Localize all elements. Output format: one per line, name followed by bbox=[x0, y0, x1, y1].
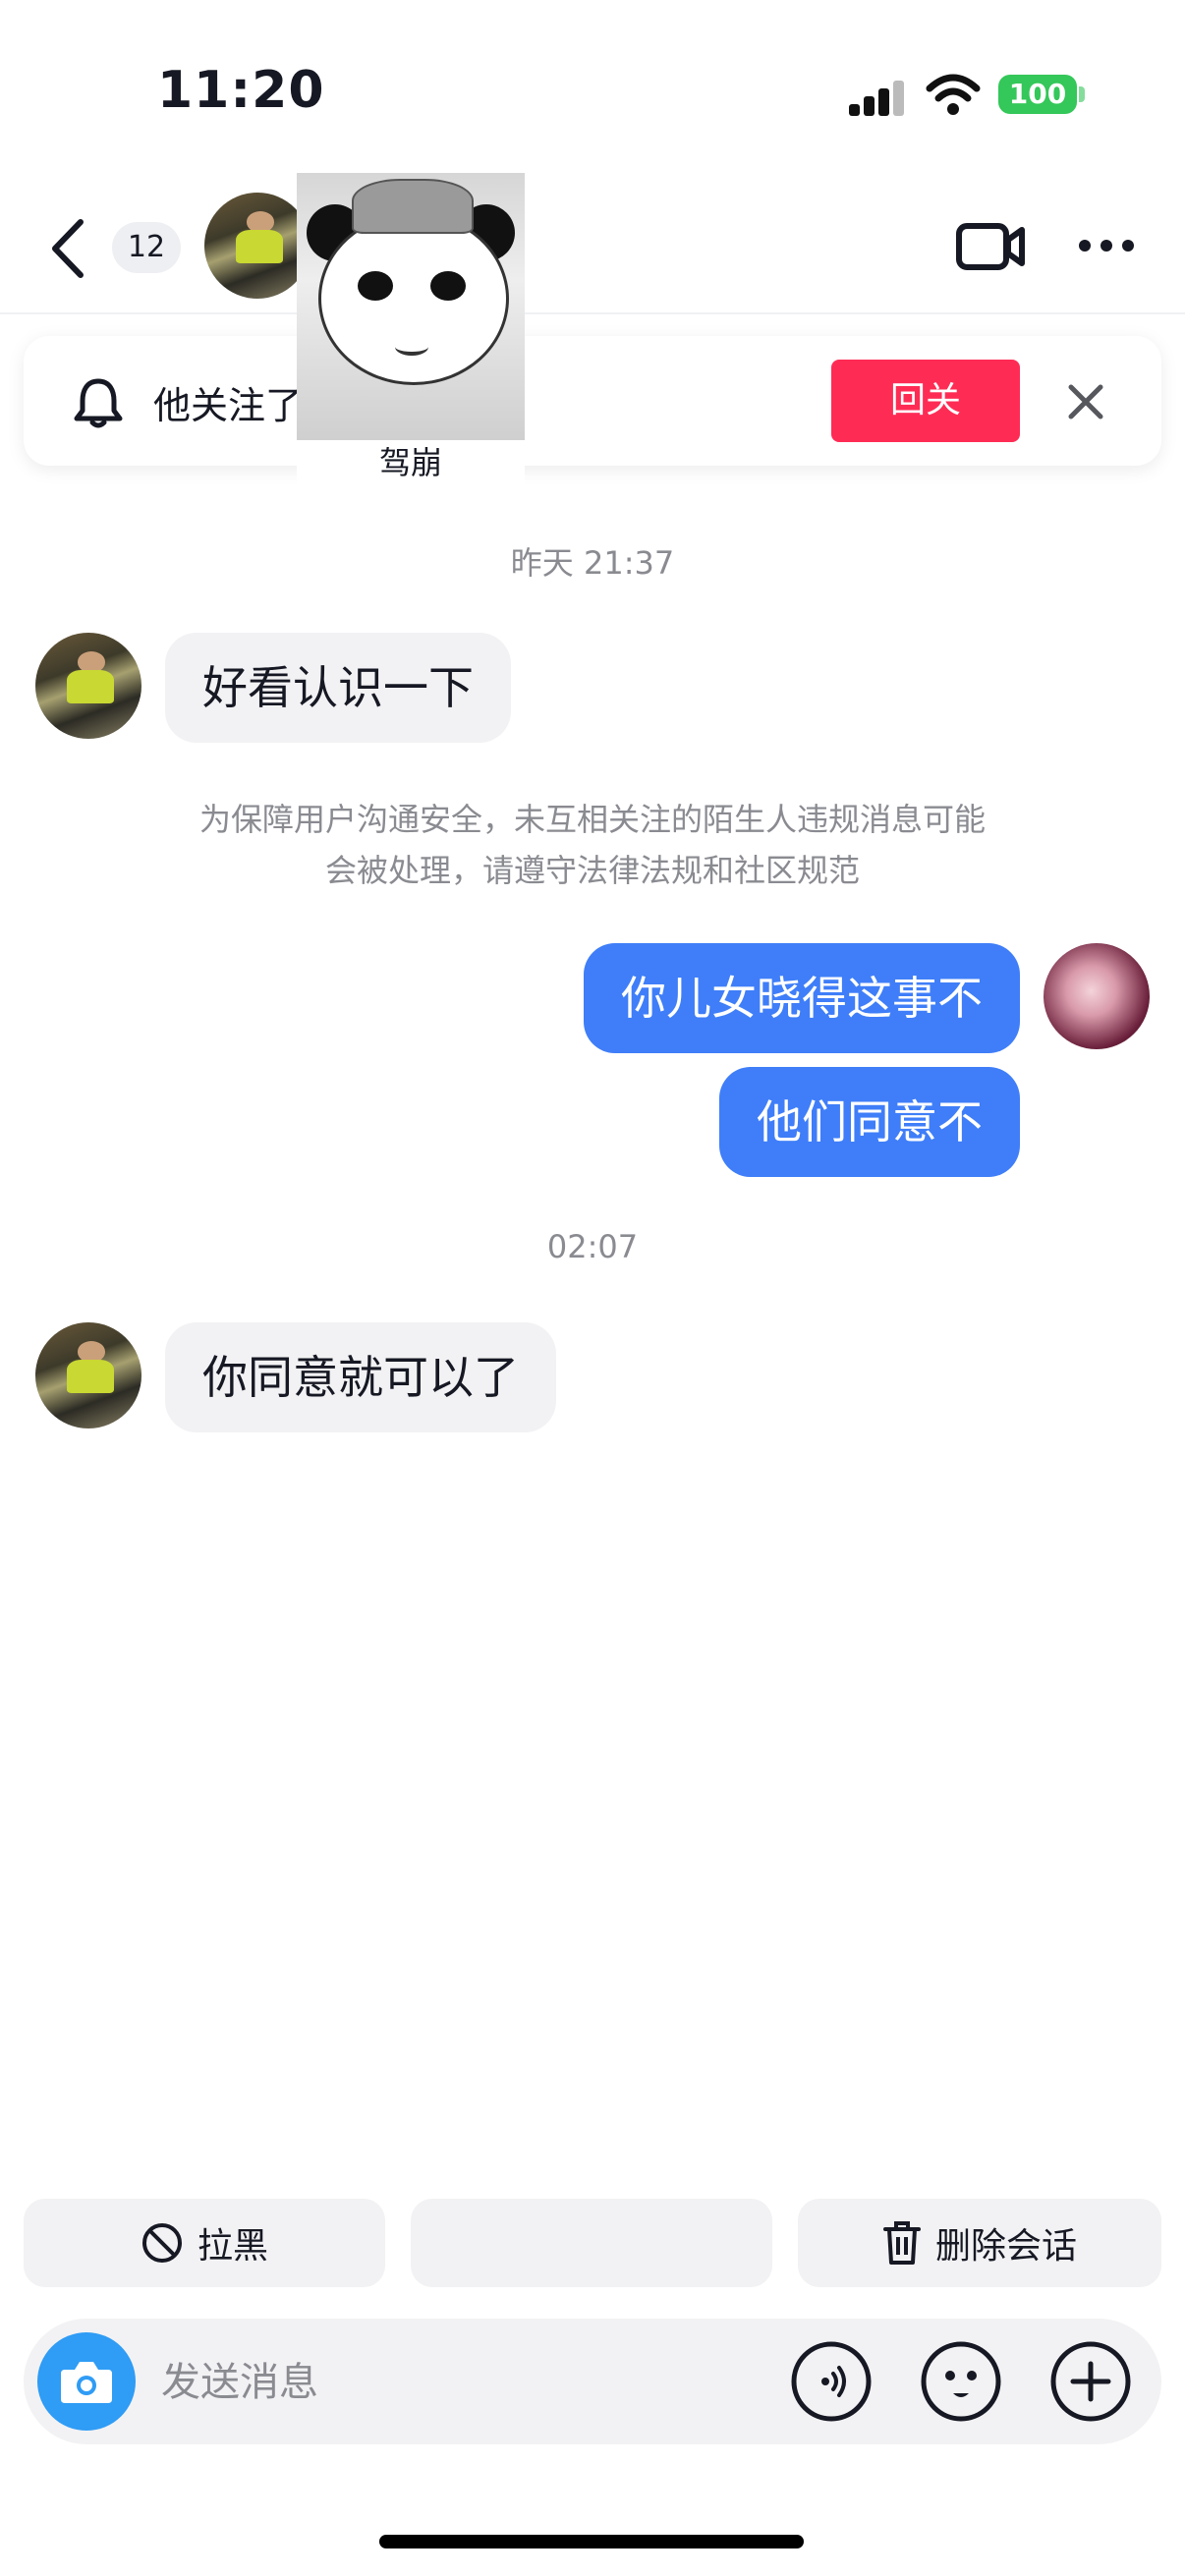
battery-tip bbox=[1079, 86, 1085, 102]
sticker-image: 驾崩 bbox=[297, 173, 525, 485]
home-indicator bbox=[379, 2535, 804, 2548]
outgoing-message-bubble[interactable]: 你儿女晓得这事不 bbox=[584, 943, 1020, 1053]
delete-conversation-button[interactable]: 删除会话 bbox=[798, 2199, 1161, 2287]
panda-meme-image bbox=[297, 173, 525, 440]
block-icon bbox=[141, 2223, 182, 2263]
safety-notice-line: 会被处理，请遵守法律法规和社区规范 bbox=[324, 852, 860, 889]
cellular-signal-icon bbox=[849, 81, 906, 116]
trash-icon bbox=[882, 2221, 921, 2265]
incoming-message-bubble[interactable]: 你同意就可以了 bbox=[165, 1322, 556, 1432]
more-icon[interactable] bbox=[1077, 236, 1136, 255]
outgoing-message-bubble[interactable]: 他们同意不 bbox=[719, 1067, 1020, 1177]
header-divider bbox=[0, 312, 1185, 314]
blurred-action-button[interactable] bbox=[411, 2199, 772, 2287]
panda-mouth bbox=[395, 338, 428, 356]
panda-face bbox=[318, 212, 509, 385]
delete-conversation-label: 删除会话 bbox=[934, 2226, 1077, 2267]
voice-icon[interactable] bbox=[790, 2340, 873, 2423]
chat-timestamp: 02:07 bbox=[546, 1228, 639, 1265]
panda-eye bbox=[358, 271, 393, 301]
panda-hat bbox=[352, 179, 474, 234]
contact-avatar[interactable] bbox=[35, 1322, 141, 1428]
contact-avatar[interactable] bbox=[204, 193, 310, 299]
panda-eye bbox=[430, 271, 466, 301]
safety-notice: 为保障用户沟通安全，未互相关注的陌生人违规消息可能 会被处理，请遵守法律法规和社… bbox=[138, 794, 1047, 896]
bell-icon bbox=[74, 378, 123, 428]
chevron-left-icon[interactable] bbox=[47, 218, 86, 279]
safety-notice-line: 为保障用户沟通安全，未互相关注的陌生人违规消息可能 bbox=[198, 801, 986, 838]
emoji-icon[interactable] bbox=[920, 2340, 1002, 2423]
camera-icon bbox=[61, 2362, 112, 2403]
sticker-caption: 驾崩 bbox=[378, 444, 442, 481]
message-input[interactable] bbox=[159, 2352, 733, 2413]
incoming-message-bubble[interactable]: 好看认识一下 bbox=[165, 633, 511, 743]
video-call-icon[interactable] bbox=[955, 218, 1026, 275]
follow-notice-text: 他关注了 bbox=[153, 384, 304, 427]
camera-button[interactable] bbox=[37, 2332, 136, 2431]
close-icon[interactable] bbox=[1067, 383, 1104, 420]
status-time: 11:20 bbox=[157, 61, 325, 120]
battery-indicator: 100 bbox=[998, 75, 1077, 114]
message-input-bar bbox=[24, 2319, 1161, 2444]
unread-count-badge[interactable]: 12 bbox=[112, 222, 181, 273]
wifi-icon bbox=[926, 74, 981, 115]
block-label: 拉黑 bbox=[197, 2226, 268, 2267]
follow-notice-banner: 他关注了 回关 bbox=[24, 336, 1161, 466]
follow-back-button[interactable]: 回关 bbox=[831, 360, 1020, 442]
my-avatar[interactable] bbox=[1044, 943, 1150, 1049]
block-button[interactable]: 拉黑 bbox=[24, 2199, 385, 2287]
plus-icon[interactable] bbox=[1049, 2340, 1132, 2423]
contact-avatar[interactable] bbox=[35, 633, 141, 739]
chat-timestamp: 昨天 21:37 bbox=[510, 544, 675, 582]
